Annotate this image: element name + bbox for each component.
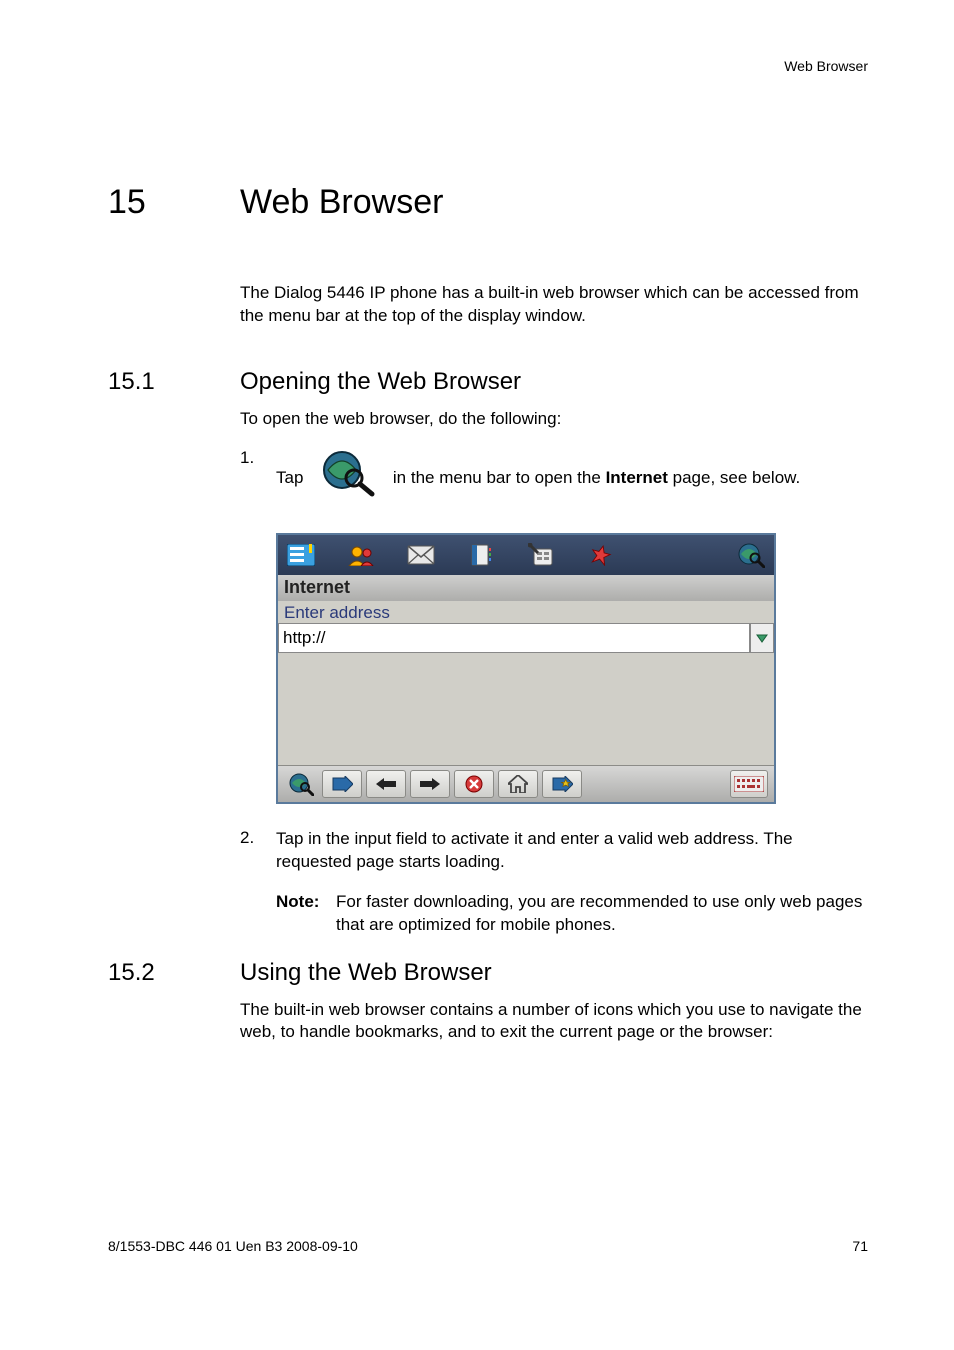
menubar	[278, 535, 774, 575]
section-title: Opening the Web Browser	[240, 368, 521, 396]
screenshot-title: Internet	[278, 575, 774, 601]
step-2: 2. Tap in the input field to activate it…	[240, 828, 870, 874]
home-icon	[508, 775, 528, 793]
stop-button[interactable]	[454, 770, 494, 798]
keyboard-icon	[734, 776, 764, 792]
step1-prefix: Tap	[276, 468, 303, 487]
call-list-icon[interactable]	[284, 544, 318, 566]
add-bookmark-button[interactable]	[542, 770, 582, 798]
go-arrow-icon	[331, 776, 353, 792]
step-1: 1. Tap in the menu bar to open the Inter…	[240, 448, 870, 509]
note-text: For faster downloading, you are recommen…	[336, 891, 870, 937]
settings-icon[interactable]	[524, 543, 558, 567]
globe-magnifier-icon	[320, 448, 376, 505]
go-button[interactable]	[322, 770, 362, 798]
address-input[interactable]	[278, 623, 750, 653]
phone-book-icon[interactable]	[464, 543, 498, 567]
step2-text: Tap in the input field to activate it an…	[276, 829, 793, 871]
contacts-icon[interactable]	[344, 544, 378, 566]
chapter-title: Web Browser	[240, 183, 443, 222]
browser-globe-icon[interactable]	[284, 770, 318, 798]
step-number: 1.	[240, 448, 276, 509]
enter-address-label: Enter address	[278, 601, 774, 623]
footer-left: 8/1553-DBC 446 01 Uen B3 2008-09-10	[108, 1238, 358, 1254]
running-header: Web Browser	[784, 58, 868, 74]
section-number: 15.2	[108, 959, 240, 987]
forward-button[interactable]	[410, 770, 450, 798]
section-title: Using the Web Browser	[240, 959, 492, 987]
note: Note: For faster downloading, you are re…	[276, 891, 870, 937]
chapter-intro: The Dialog 5446 IP phone has a built-in …	[240, 282, 870, 328]
browser-toolbar	[278, 765, 774, 802]
section-heading-2: 15.2 Using the Web Browser	[108, 959, 870, 987]
address-dropdown[interactable]	[750, 623, 774, 653]
address-row	[278, 623, 774, 653]
forward-arrow-icon	[420, 778, 440, 790]
home-button[interactable]	[498, 770, 538, 798]
internet-icon[interactable]	[734, 542, 768, 568]
internet-screenshot: Internet Enter address	[276, 533, 870, 804]
chevron-down-icon	[755, 631, 769, 645]
stop-icon	[465, 775, 483, 793]
section2-body: The built-in web browser contains a numb…	[240, 999, 870, 1045]
bookmark-arrow-icon	[551, 776, 573, 792]
bookmark-icon[interactable]	[584, 544, 618, 566]
chapter-number: 15	[108, 183, 240, 222]
browser-viewport	[278, 653, 774, 765]
chapter-heading: 15 Web Browser	[108, 183, 870, 222]
back-arrow-icon	[376, 778, 396, 790]
page-number: 71	[852, 1238, 868, 1254]
step1-suffix: page, see below.	[673, 468, 801, 487]
section-lead: To open the web browser, do the followin…	[240, 408, 870, 431]
step1-mid: in the menu bar to open the	[393, 468, 601, 487]
messages-icon[interactable]	[404, 545, 438, 565]
back-button[interactable]	[366, 770, 406, 798]
note-label: Note:	[276, 891, 336, 937]
step-content: Tap in the menu bar to open the Internet…	[276, 448, 870, 509]
section-heading: 15.1 Opening the Web Browser	[108, 368, 870, 396]
step1-bold: Internet	[606, 468, 673, 487]
section-number: 15.1	[108, 368, 240, 396]
keyboard-button[interactable]	[730, 770, 768, 798]
step-number: 2.	[240, 828, 276, 874]
